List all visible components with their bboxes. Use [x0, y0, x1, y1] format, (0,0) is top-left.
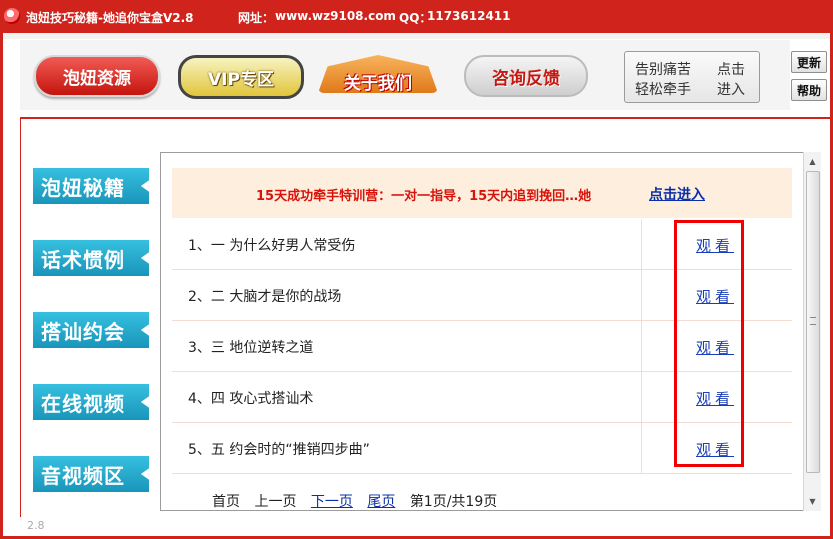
- view-link[interactable]: 观看: [696, 286, 734, 307]
- column-separator: [641, 219, 642, 269]
- scroll-up-arrow-icon[interactable]: ▲: [804, 153, 821, 170]
- toolbar-divider: [20, 117, 830, 119]
- sidebar-item-scripts[interactable]: 话术惯例: [33, 240, 149, 276]
- pager-next[interactable]: 下一页: [311, 494, 353, 510]
- update-button[interactable]: 更新: [791, 51, 827, 73]
- sidebar-item-dating[interactable]: 搭讪约会: [33, 312, 149, 348]
- view-link[interactable]: 观看: [696, 388, 734, 409]
- promo-enter-button[interactable]: 告别痛苦 点击 轻松牵手 进入: [624, 51, 760, 103]
- column-separator: [641, 270, 642, 320]
- window-frame-left: [0, 33, 3, 539]
- pagination: 首页 上一页 下一页 尾页 第1页/共19页: [212, 491, 507, 511]
- list-item-title: 5、五 约会时的“推销四步曲”: [188, 442, 370, 458]
- list-item: 2、二 大脑才是你的战场 观看: [172, 270, 792, 321]
- help-button[interactable]: 帮助: [791, 79, 827, 101]
- column-separator: [641, 423, 642, 473]
- view-link[interactable]: 观看: [696, 235, 734, 256]
- list-item-title: 1、一 为什么好男人常受伤: [188, 238, 356, 254]
- banner-text: 15天成功牵手特训营：一对一指导，15天内追到挽回…她: [256, 189, 592, 204]
- column-separator: [641, 321, 642, 371]
- pager-last[interactable]: 尾页: [367, 494, 395, 510]
- promo-line1-left: 告别痛苦: [635, 62, 691, 78]
- sidebar-item-secrets[interactable]: 泡妞秘籍: [33, 168, 149, 204]
- view-link[interactable]: 观看: [696, 337, 734, 358]
- website-url: www.wz9108.com: [275, 9, 396, 23]
- promo-line2-left: 轻松牵手: [635, 82, 691, 98]
- title-bar: 泡妞技巧秘籍-她追你宝盒V2.8 网址： www.wz9108.com QQ： …: [0, 0, 833, 33]
- top-strip: [3, 33, 830, 39]
- grip-icon: [810, 317, 816, 325]
- view-link[interactable]: 观看: [696, 439, 734, 460]
- sidebar-item-online-video[interactable]: 在线视频: [33, 384, 149, 420]
- pager-status: 第1页/共19页: [409, 494, 498, 510]
- pager-prev[interactable]: 上一页: [254, 494, 296, 510]
- app-icon: [4, 8, 20, 24]
- scroll-down-arrow-icon[interactable]: ▼: [804, 493, 821, 510]
- list-item-title: 2、二 大脑才是你的战场: [188, 289, 342, 305]
- promo-line1-right: 点击: [717, 62, 745, 78]
- scrollbar-thumb[interactable]: [806, 171, 820, 473]
- banner-enter-link[interactable]: 点击进入: [649, 184, 705, 204]
- list-item: 5、五 约会时的“推销四步曲” 观看: [172, 423, 792, 474]
- window-title: 泡妞技巧秘籍-她追你宝盒V2.8: [26, 11, 194, 25]
- url-label: 网址：: [238, 11, 275, 25]
- list-item-title: 4、四 攻心式搭讪术: [188, 391, 314, 407]
- vertical-scrollbar[interactable]: ▲ ▼: [803, 152, 821, 511]
- sidebar-item-media[interactable]: 音视频区: [33, 456, 149, 492]
- qq-number: 1173612411: [427, 9, 511, 23]
- pager-first[interactable]: 首页: [212, 494, 240, 510]
- nav-resources-button[interactable]: 泡妞资源: [34, 55, 160, 97]
- column-separator: [641, 372, 642, 422]
- nav-feedback-button[interactable]: 咨询反馈: [464, 55, 588, 97]
- list-item: 1、一 为什么好男人常受伤 观看: [172, 219, 792, 270]
- list-item: 4、四 攻心式搭讪术 观看: [172, 372, 792, 423]
- version-label: 2.8: [27, 519, 45, 532]
- content-left-border: [20, 117, 21, 517]
- list-item-title: 3、三 地位逆转之道: [188, 340, 314, 356]
- nav-vip-button[interactable]: VIP专区: [178, 55, 304, 99]
- promo-line2-right: 进入: [717, 82, 745, 98]
- list-item: 3、三 地位逆转之道 观看: [172, 321, 792, 372]
